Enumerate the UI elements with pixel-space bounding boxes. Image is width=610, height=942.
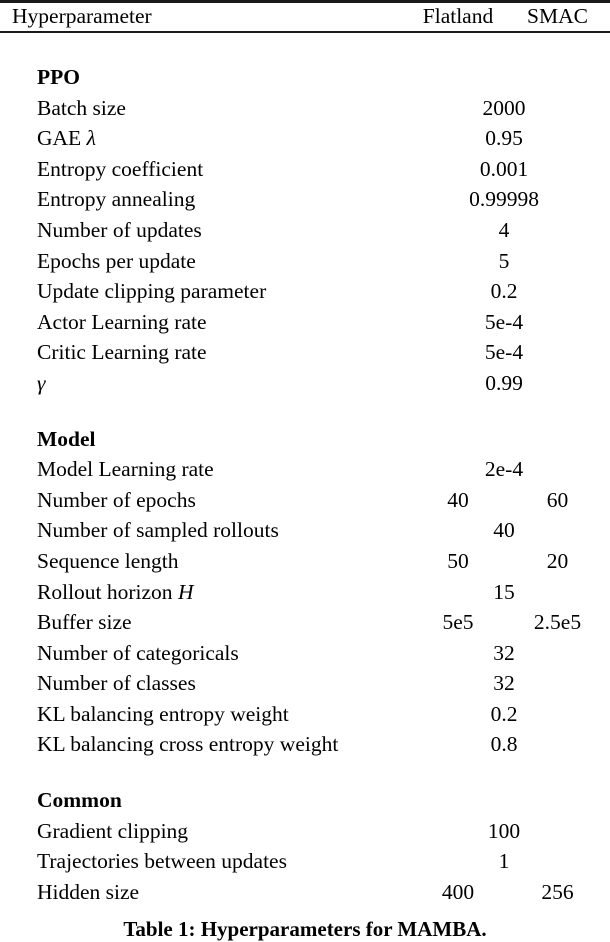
row-label: Trajectories between updates <box>37 849 287 874</box>
row-label: Epochs per update <box>37 248 196 273</box>
table-header-row: Hyperparameter Flatland SMAC <box>0 2 610 31</box>
section-label: Common <box>37 788 122 813</box>
cell-value-both-columns: 32 <box>493 640 515 665</box>
row-label: γ <box>37 368 45 399</box>
table-row: Number of epochs 40 60 <box>0 485 610 516</box>
row-label: Number of epochs <box>37 487 196 512</box>
table-row: γ 0.99 <box>0 368 610 399</box>
row-label: Critic Learning rate <box>37 340 207 365</box>
table-header-rule <box>0 31 610 33</box>
cell-value-both-columns: 4 <box>498 217 510 242</box>
cell-value-smac: 20 <box>546 548 569 573</box>
row-label: Actor Learning rate <box>37 309 207 334</box>
table-row: Hidden size 400 256 <box>0 877 610 908</box>
column-header-hyperparameter: Hyperparameter <box>12 4 152 28</box>
cell-value-flatland: 400 <box>441 879 475 904</box>
row-label: Number of classes <box>37 671 196 696</box>
row-label: Buffer size <box>37 610 132 635</box>
row-label-math-symbol: H <box>177 579 194 604</box>
cell-value-smac: 2.5e5 <box>533 610 582 635</box>
cell-value-smac: 256 <box>541 879 574 904</box>
table-row: Number of categoricals 32 <box>0 638 610 669</box>
table-section-header-row: Model <box>0 424 610 455</box>
table-row: Batch size 2000 <box>0 93 610 124</box>
row-label: Number of updates <box>37 217 202 242</box>
table-row: Critic Learning rate 5e-4 <box>0 337 610 368</box>
cell-value-both-columns: 100 <box>487 818 521 843</box>
table-row: Sequence length 50 20 <box>0 546 610 577</box>
hyperparameter-table-figure: Hyperparameter Flatland SMAC PPO Batch si… <box>0 0 610 942</box>
cell-value-both-columns: 0.8 <box>490 732 518 757</box>
cell-value-flatland: 40 <box>447 487 469 512</box>
row-label: Gradient clipping <box>37 818 189 843</box>
table-caption: Table 1: Hyperparameters for MAMBA. <box>123 917 487 941</box>
row-label: Entropy annealing <box>37 187 196 212</box>
row-label: Number of sampled rollouts <box>37 518 279 543</box>
table-row: Entropy annealing 0.99998 <box>0 184 610 215</box>
table-row: KL balancing cross entropy weight 0.8 <box>0 729 610 760</box>
table-section-header-row: PPO <box>0 62 610 93</box>
section-label: PPO <box>37 65 80 89</box>
cell-value-both-columns: 1 <box>498 849 510 874</box>
cell-value-both-columns: 0.2 <box>490 279 518 304</box>
table-row: Buffer size 5e5 2.5e5 <box>0 607 610 638</box>
cell-value-both-columns: 0.99 <box>485 370 523 395</box>
cell-value-both-columns: 2e-4 <box>484 457 524 482</box>
cell-value-both-columns: 0.001 <box>479 156 529 181</box>
row-label: Number of categoricals <box>37 640 239 665</box>
table-section-header-row: Common <box>0 785 610 816</box>
cell-value-smac: 60 <box>546 487 569 512</box>
table-row: Trajectories between updates 1 <box>0 846 610 877</box>
row-label: Entropy coefficient <box>37 156 204 181</box>
cell-value-both-columns: 32 <box>493 671 515 696</box>
table-row: Number of updates 4 <box>0 215 610 246</box>
table-row: Model Learning rate 2e-4 <box>0 454 610 485</box>
table-row: Number of sampled rollouts 40 <box>0 515 610 546</box>
column-header-smac: SMAC <box>527 4 588 28</box>
row-label: Model Learning rate <box>37 457 214 482</box>
cell-value-flatland: 5e5 <box>442 610 474 635</box>
cell-value-both-columns: 0.95 <box>485 126 523 151</box>
table-row: Epochs per update 5 <box>0 246 610 277</box>
row-label: KL balancing cross entropy weight <box>37 732 339 757</box>
column-header-flatland: Flatland <box>422 4 494 28</box>
table-row: GAE λ 0.95 <box>0 123 610 154</box>
row-label-math-symbol: γ <box>37 370 46 395</box>
row-label: Batch size <box>37 95 126 120</box>
cell-value-both-columns: 5e-4 <box>484 309 524 334</box>
table-row: Number of classes 32 <box>0 668 610 699</box>
section-label: Model <box>37 426 96 451</box>
cell-value-both-columns: 5e-4 <box>484 340 524 365</box>
cell-value-flatland: 50 <box>447 548 469 573</box>
table-row-spacer <box>0 37 610 62</box>
cell-value-both-columns: 15 <box>493 579 515 604</box>
cell-value-both-columns: 5 <box>498 248 510 273</box>
table-row: Gradient clipping 100 <box>0 816 610 847</box>
table-row: Update clipping parameter 0.2 <box>0 276 610 307</box>
table-row: KL balancing entropy weight 0.2 <box>0 699 610 730</box>
row-label: Update clipping parameter <box>37 279 267 304</box>
cell-value-both-columns: 40 <box>493 518 515 543</box>
table-row-spacer <box>0 399 610 424</box>
row-label: KL balancing entropy weight <box>37 701 289 726</box>
cell-value-both-columns: 0.2 <box>490 701 518 726</box>
table-row: Entropy coefficient 0.001 <box>0 154 610 185</box>
table-row: Actor Learning rate 5e-4 <box>0 307 610 338</box>
table-row-spacer <box>0 760 610 785</box>
table-body: PPO Batch size 2000 GAE λ 0.95 Entropy coeffi… <box>0 37 610 907</box>
row-label: Hidden size <box>37 879 140 904</box>
row-label: GAE λ <box>37 126 96 151</box>
cell-value-both-columns: 0.99998 <box>469 187 539 212</box>
row-label: Rollout horizon H <box>37 579 194 604</box>
row-label: Sequence length <box>37 548 179 573</box>
row-label-math-symbol: λ <box>86 126 96 151</box>
table-row: Rollout horizon H 15 <box>0 577 610 608</box>
cell-value-both-columns: 2000 <box>482 95 526 120</box>
